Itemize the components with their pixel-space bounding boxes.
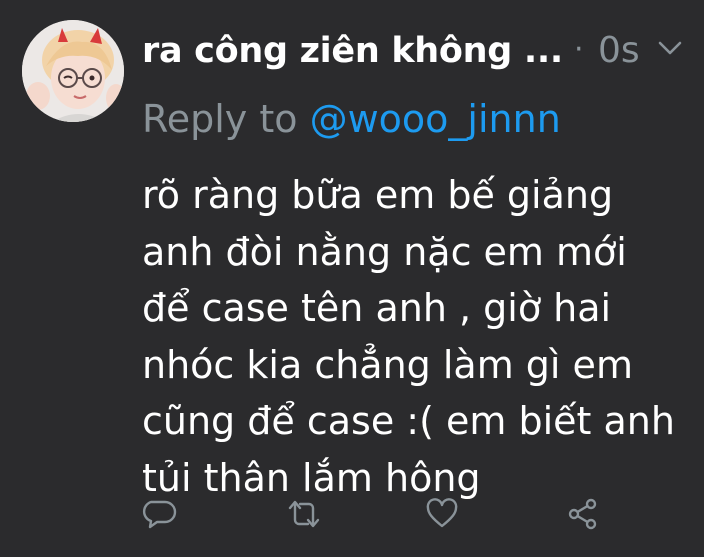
tweet-card: ra công ziên không ... · 0s Reply to @wo… (0, 0, 704, 557)
retweet-button[interactable] (286, 496, 322, 532)
like-button[interactable] (424, 496, 460, 532)
share-button[interactable] (565, 496, 601, 532)
reply-handle-link[interactable]: @wooo_jinnn (310, 97, 561, 141)
share-icon (568, 498, 597, 530)
retweet-icon (288, 500, 320, 528)
avatar[interactable] (22, 20, 124, 122)
heart-icon (426, 498, 458, 528)
separator-dot: · (574, 32, 584, 67)
speech-bubble-icon (142, 500, 177, 529)
timestamp[interactable]: 0s (598, 26, 640, 76)
tweet-header: ra công ziên không ... · 0s (142, 26, 687, 76)
reply-context: Reply to @wooo_jinnn (142, 94, 561, 144)
avatar-image (22, 20, 124, 122)
reply-label: Reply to (142, 97, 298, 141)
reply-button[interactable] (141, 496, 177, 532)
chevron-down-icon[interactable] (657, 38, 683, 58)
action-bar (0, 496, 704, 536)
display-name[interactable]: ra công ziên không ... (142, 26, 563, 76)
tweet-text: rõ ràng bữa em bế giảng anh đòi nằng nặc… (142, 173, 675, 500)
